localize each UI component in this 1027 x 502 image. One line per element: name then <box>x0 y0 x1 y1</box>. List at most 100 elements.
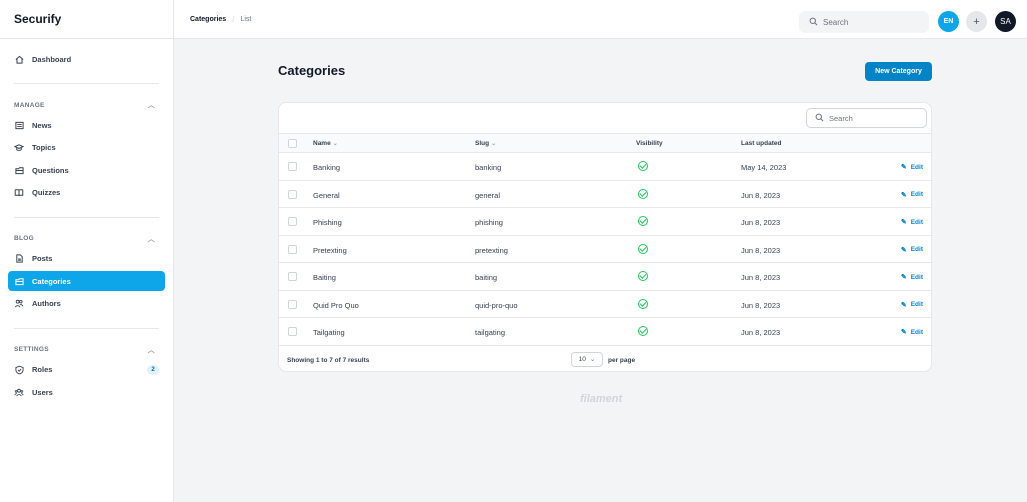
group-header-manage[interactable]: MANAGE ︿ <box>8 98 165 112</box>
per-page-label: per page <box>608 356 636 364</box>
document-icon <box>14 254 24 264</box>
topbar: Categories / List Search EN + SA <box>174 0 1027 39</box>
sidebar-divider <box>14 327 159 329</box>
sidebar-item-users[interactable]: Users <box>8 382 165 402</box>
check-circle-icon <box>638 326 648 336</box>
app-logo[interactable]: Securify <box>0 0 173 39</box>
select-all-checkbox[interactable] <box>288 139 297 148</box>
new-category-button[interactable]: New Category <box>865 62 932 81</box>
breadcrumb-separator: / <box>232 14 235 24</box>
folder-icon <box>14 165 24 175</box>
results-summary: Showing 1 to 7 of 7 results <box>287 356 370 364</box>
table-search-input[interactable]: Search <box>806 108 927 128</box>
per-page-value: 10 <box>578 355 586 363</box>
row-checkbox[interactable] <box>288 217 297 226</box>
sidebar-item-roles[interactable]: Roles 2 <box>8 360 165 380</box>
column-header-visibility: Visibility <box>636 140 663 147</box>
sidebar-item-posts[interactable]: Posts <box>8 249 165 269</box>
check-circle-icon <box>638 216 648 226</box>
group-title: BLOG <box>14 235 34 242</box>
sidebar-item-topics[interactable]: Topics <box>8 138 165 158</box>
sidebar-divider <box>14 83 159 84</box>
page-title: Categories <box>278 63 346 78</box>
sort-icon: ⌄ <box>332 141 338 147</box>
cell-name: General <box>313 190 340 200</box>
sidebar-item-label: Posts <box>32 254 53 263</box>
graduation-cap-icon <box>14 143 24 153</box>
cell-name: Baiting <box>313 273 336 282</box>
sidebar-item-label: Quizzes <box>32 188 61 197</box>
group-header-blog[interactable]: BLOG ︿ <box>8 232 165 246</box>
check-circle-icon <box>638 188 648 199</box>
pencil-icon: ✎ <box>900 329 907 336</box>
cell-slug: general <box>475 190 501 200</box>
pencil-icon: ✎ <box>900 274 907 281</box>
pencil-icon: ✎ <box>900 246 907 254</box>
cell-last-updated: Jun 8, 2023 <box>741 218 781 227</box>
filament-footer-logo: filament <box>580 393 623 405</box>
column-label: Name <box>313 140 331 147</box>
edit-label: Edit <box>910 163 923 171</box>
cell-slug: quid-pro-quo <box>475 300 518 310</box>
check-circle-icon <box>638 298 648 309</box>
cell-name: Phishing <box>313 218 342 227</box>
breadcrumb-link-categories[interactable]: Categories <box>190 16 226 23</box>
table-row[interactable]: Phishing phishing Jun 8, 2023 ✎ Edit <box>279 208 931 236</box>
cell-last-updated: Jun 8, 2023 <box>741 273 781 282</box>
sidebar-item-news[interactable]: News <box>8 115 165 135</box>
categories-table: Search Name ⌄ Slug ⌄ Visibility Last updat… <box>278 102 932 372</box>
row-checkbox[interactable] <box>288 189 297 199</box>
sidebar-item-label: Users <box>32 387 53 397</box>
edit-button[interactable]: ✎ Edit <box>901 163 923 172</box>
home-icon <box>14 54 24 64</box>
edit-button[interactable]: ✎ Edit <box>901 301 923 309</box>
locale-switcher[interactable]: EN <box>938 11 959 32</box>
edit-label: Edit <box>910 246 923 253</box>
edit-button[interactable]: ✎ Edit <box>900 328 923 337</box>
row-checkbox[interactable] <box>288 162 297 171</box>
cell-last-updated: Jun 8, 2023 <box>741 190 781 200</box>
breadcrumb: Categories / List <box>190 15 251 24</box>
check-circle-icon <box>638 243 648 254</box>
users-icon <box>14 387 24 397</box>
edit-button[interactable]: ✎ Edit <box>900 273 923 282</box>
pencil-icon: ✎ <box>900 191 907 199</box>
cell-name: Tailgating <box>313 328 345 337</box>
row-checkbox[interactable] <box>288 327 297 336</box>
per-page-select[interactable]: 10 ⌄ <box>571 351 603 367</box>
table-row[interactable]: Quid Pro Quo quid-pro-quo Jun 8, 2023 ✎ E… <box>279 291 931 318</box>
quick-create-button[interactable]: + <box>966 11 987 32</box>
table-row[interactable]: Pretexting pretexting Jun 8, 2023 ✎ Edit <box>279 236 931 263</box>
sidebar-item-label: News <box>32 120 52 130</box>
row-checkbox[interactable] <box>288 244 297 254</box>
check-circle-icon <box>638 161 648 171</box>
sidebar-item-label: Authors <box>32 299 61 308</box>
row-checkbox[interactable] <box>288 299 297 309</box>
column-header-last-updated: Last updated <box>741 140 782 147</box>
cell-last-updated: Jun 8, 2023 <box>741 300 781 310</box>
edit-button[interactable]: ✎ Edit <box>901 218 923 227</box>
global-search-input[interactable]: Search <box>799 11 929 33</box>
group-header-settings[interactable]: SETTINGS ︿ <box>8 343 165 357</box>
table-row[interactable]: General general Jun 8, 2023 ✎ Edit <box>279 181 931 208</box>
edit-label: Edit <box>910 273 923 281</box>
sidebar-item-categories[interactable]: Categories <box>8 271 165 291</box>
column-header-name[interactable]: Name ⌄ <box>313 140 338 147</box>
user-avatar[interactable]: SA <box>995 11 1016 32</box>
edit-button[interactable]: ✎ Edit <box>901 191 923 199</box>
sidebar-item-questions[interactable]: Questions <box>8 160 165 180</box>
table-row[interactable]: Tailgating tailgating Jun 8, 2023 ✎ Edit <box>279 318 931 346</box>
column-header-slug[interactable]: Slug ⌄ <box>475 140 496 147</box>
table-row[interactable]: Baiting baiting Jun 8, 2023 ✎ Edit <box>279 263 931 291</box>
sidebar-divider <box>14 216 159 218</box>
cell-slug: baiting <box>475 273 498 282</box>
sidebar-item-quizzes[interactable]: Quizzes <box>8 183 165 203</box>
sidebar-item-dashboard[interactable]: Dashboard <box>8 49 165 69</box>
shield-check-icon <box>14 365 24 375</box>
edit-label: Edit <box>910 218 923 226</box>
sidebar-item-authors[interactable]: Authors <box>8 294 165 314</box>
cell-slug: phishing <box>475 218 503 227</box>
table-row[interactable]: Banking banking May 14, 2023 ✎ Edit <box>279 153 931 181</box>
edit-button[interactable]: ✎ Edit <box>901 246 923 254</box>
row-checkbox[interactable] <box>288 272 297 281</box>
